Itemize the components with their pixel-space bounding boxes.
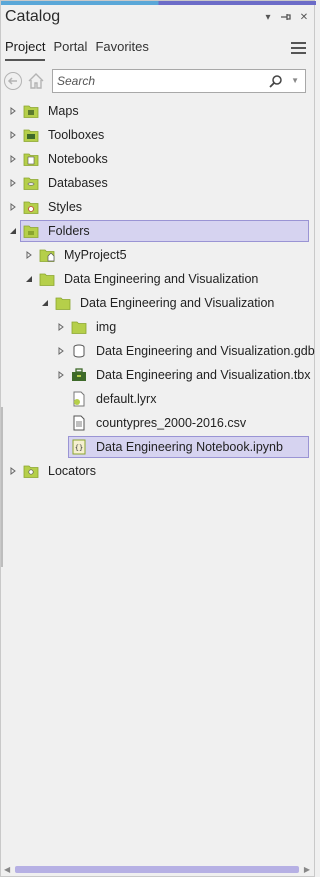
expanded-triangle-icon[interactable] <box>24 274 34 284</box>
tree-item-label: MyProject5 <box>64 248 127 262</box>
home-icon[interactable] <box>27 72 45 90</box>
tab-portal[interactable]: Portal <box>53 39 87 61</box>
tree-item-label: Folders <box>48 224 90 238</box>
pin-icon[interactable] <box>280 11 292 23</box>
toolbox-icon <box>71 367 87 383</box>
tree-item-label: countypres_2000-2016.csv <box>96 416 247 430</box>
geodatabase-icon <box>71 343 87 359</box>
tree-item[interactable]: countypres_2000-2016.csv <box>1 411 316 435</box>
tree-item[interactable]: {} Data Engineering Notebook.ipynb <box>1 435 316 459</box>
tab-favorites[interactable]: Favorites <box>95 39 148 61</box>
tree-item[interactable]: Databases <box>1 171 316 195</box>
toolboxes-folder-icon <box>23 127 39 143</box>
pane-options-dropdown-icon[interactable]: ▾ <box>262 11 274 23</box>
pane-resize-edge[interactable] <box>1 407 3 567</box>
collapsed-triangle-icon[interactable] <box>8 154 18 164</box>
tree-item-label: Notebooks <box>48 152 108 166</box>
tree-item[interactable]: MyProject5 <box>1 243 316 267</box>
search-icon[interactable] <box>269 74 283 88</box>
tree-item-label: img <box>96 320 117 334</box>
csv-file-icon <box>71 415 87 431</box>
tree-item[interactable]: Data Engineering and Visualization.gdb <box>1 339 316 363</box>
tree-item[interactable]: Data Engineering and Visualization <box>1 267 316 291</box>
catalog-tabs: Project Portal Favorites <box>5 39 149 61</box>
tree-item-label: Data Engineering Notebook.ipynb <box>96 440 283 454</box>
tree-item[interactable]: Styles <box>1 195 316 219</box>
collapsed-triangle-icon[interactable] <box>8 130 18 140</box>
tree-item-label: Styles <box>48 200 83 214</box>
search-options-chevron-icon[interactable]: ▼ <box>291 76 299 85</box>
databases-folder-icon <box>23 175 39 191</box>
collapsed-triangle-icon[interactable] <box>8 178 18 188</box>
scroll-left-arrow-icon[interactable]: ◀ <box>4 865 10 874</box>
tree-item[interactable]: Folders <box>1 219 316 243</box>
collapsed-triangle-icon[interactable] <box>56 322 66 332</box>
collapsed-triangle-icon[interactable] <box>8 106 18 116</box>
expanded-triangle-icon[interactable] <box>8 226 18 236</box>
tree-item-label: Databases <box>48 176 108 190</box>
tree-item[interactable]: Notebooks <box>1 147 316 171</box>
folder-icon <box>55 295 71 311</box>
collapsed-triangle-icon[interactable] <box>56 370 66 380</box>
collapsed-triangle-icon[interactable] <box>8 202 18 212</box>
collapsed-triangle-icon[interactable] <box>8 466 18 476</box>
locators-folder-icon <box>23 463 39 479</box>
catalog-pane: Catalog ▾ ✕ Project Portal Favorites ▼ M… <box>0 0 316 877</box>
pane-title-controls: ▾ ✕ <box>262 11 310 23</box>
horizontal-scrollbar-thumb[interactable] <box>15 866 299 873</box>
tree-item-label: Maps <box>48 104 79 118</box>
styles-folder-icon <box>23 199 39 215</box>
folders-folder-icon <box>23 223 39 239</box>
search-box[interactable]: ▼ <box>52 69 306 93</box>
pane-title: Catalog <box>5 8 61 25</box>
tree-item[interactable]: img <box>1 315 316 339</box>
tree-item[interactable]: default.lyrx <box>1 387 316 411</box>
folder-icon <box>39 271 55 287</box>
svg-text:{}: {} <box>75 444 83 452</box>
tree-item[interactable]: Data Engineering and Visualization <box>1 291 316 315</box>
collapsed-triangle-icon[interactable] <box>56 346 66 356</box>
hamburger-menu-icon[interactable] <box>291 42 306 55</box>
maps-folder-icon <box>23 103 39 119</box>
notebook-file-icon: {} <box>71 439 87 455</box>
tree-item[interactable]: Data Engineering and Visualization.tbx <box>1 363 316 387</box>
tree-item-label: Data Engineering and Visualization <box>64 272 259 286</box>
tab-project[interactable]: Project <box>5 39 46 61</box>
back-arrow-icon[interactable] <box>4 72 22 90</box>
tree-item[interactable]: Maps <box>1 99 316 123</box>
search-input[interactable] <box>57 72 267 90</box>
layer-file-icon <box>71 391 87 407</box>
tree-item-label: Locators <box>48 464 96 478</box>
scroll-right-arrow-icon[interactable]: ▶ <box>304 865 310 874</box>
notebooks-folder-icon <box>23 151 39 167</box>
tree-item-label: Data Engineering and Visualization.tbx <box>96 368 311 382</box>
pane-titlebar: Catalog ▾ ✕ <box>1 5 316 31</box>
tree-item-label: Data Engineering and Visualization <box>80 296 275 310</box>
expanded-triangle-icon[interactable] <box>40 298 50 308</box>
collapsed-triangle-icon[interactable] <box>24 250 34 260</box>
tree-item-label: default.lyrx <box>96 392 157 406</box>
close-icon[interactable]: ✕ <box>298 11 310 23</box>
tree-item-label: Data Engineering and Visualization.gdb <box>96 344 315 358</box>
tree-item[interactable]: Locators <box>1 459 316 483</box>
tree-item[interactable]: Toolboxes <box>1 123 316 147</box>
tree-item-label: Toolboxes <box>48 128 105 142</box>
folder-icon <box>71 319 87 335</box>
home-folder-icon <box>39 247 55 263</box>
